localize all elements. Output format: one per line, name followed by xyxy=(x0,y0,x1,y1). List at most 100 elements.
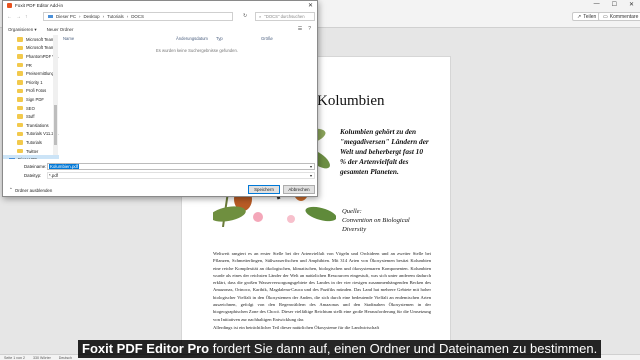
filetype-select[interactable]: *.pdf xyxy=(47,171,315,179)
folder-icon xyxy=(17,105,23,111)
nav-item-label: PR xyxy=(26,62,32,68)
comments-button[interactable]: ▭ Kommentare xyxy=(598,12,640,21)
folder-icon xyxy=(17,45,23,51)
nav-item[interactable]: Priority 1 xyxy=(3,78,59,87)
foxit-icon xyxy=(7,3,12,8)
video-subtitle: Foxit PDF Editor Pro fordert Sie dann au… xyxy=(78,340,602,358)
up-icon[interactable]: ↑ xyxy=(25,14,28,20)
close-icon[interactable]: ✕ xyxy=(629,1,634,8)
file-list[interactable]: Name Änderungsdatum Typ Größe Es wurden … xyxy=(61,35,317,159)
comments-label: Kommentare xyxy=(609,13,639,20)
nav-item[interactable]: Translations xyxy=(3,121,59,130)
nav-item[interactable]: PhantomPDF Vi... xyxy=(3,52,59,61)
col-date[interactable]: Änderungsdatum xyxy=(176,36,208,41)
cancel-button[interactable]: Abbrechen xyxy=(283,185,315,194)
save-dialog: Foxit PDF Editor Add-in ✕ ← → ↑ Dieser P… xyxy=(2,0,318,197)
nav-item-label: Microsoft Teams xyxy=(26,45,57,51)
filetype-label: Dateityp: xyxy=(24,172,42,178)
source-label: Quelle: xyxy=(342,208,362,215)
folder-icon xyxy=(17,80,23,85)
forward-icon[interactable]: → xyxy=(16,14,21,20)
nav-item[interactable]: Dieser PC xyxy=(3,155,59,159)
nav-item[interactable]: Twitter xyxy=(3,147,59,156)
nav-item[interactable]: SEO xyxy=(3,104,59,113)
subtitle-text: fordert Sie dann auf, einen Ordner und D… xyxy=(209,341,598,356)
hide-folders-toggle[interactable]: ⌃ Ordner ausblenden xyxy=(9,187,52,193)
share-icon: ↗ xyxy=(577,13,582,20)
new-folder-button[interactable]: Neuer Ordner xyxy=(47,27,74,32)
nav-item-label: Twitter xyxy=(26,148,39,154)
nav-scroll-thumb[interactable] xyxy=(54,105,57,145)
search-input[interactable]: ⌕ "DOCS" durchsuchen xyxy=(255,12,315,21)
filetype-value: *.pdf xyxy=(49,172,59,178)
dialog-close-icon[interactable]: ✕ xyxy=(308,2,313,9)
dialog-toolbar: Organisieren ▾ Neuer Ordner ☰ ? xyxy=(3,25,317,34)
address-bar[interactable]: Dieser PC › Desktop › Tutorials › DOCS xyxy=(43,12,233,21)
breadcrumb-1[interactable]: Desktop xyxy=(83,14,99,19)
filename-row: Dateiname: Kolumbien.pdf ▾ xyxy=(3,162,319,170)
filename-label: Dateiname: xyxy=(24,163,47,169)
share-label: Teilen xyxy=(583,13,597,20)
nav-item-label: Translations xyxy=(26,122,49,128)
filename-input[interactable]: Kolumbien.pdf xyxy=(47,162,315,170)
filename-value: Kolumbien.pdf xyxy=(49,163,80,169)
source-name: Convention on Biological Diversity xyxy=(342,217,410,233)
folder-icon xyxy=(17,97,23,102)
search-icon: ⌕ xyxy=(259,14,262,19)
page-info: Seite 1 von 2 xyxy=(4,355,25,360)
nav-item[interactable]: Microsoft Teams xyxy=(3,44,59,53)
column-headers: Name Änderungsdatum Typ Größe xyxy=(61,35,317,43)
nav-item[interactable]: Tutorials V11.20... xyxy=(3,130,59,139)
nav-item[interactable]: Sign PDF xyxy=(3,95,59,104)
navigation-pane: Microsoft Teams Microsoft Teams PhantomPDF… xyxy=(3,35,59,159)
computer-icon xyxy=(9,157,15,159)
empty-message: Es wurden keine Suchergebnisse gefunden. xyxy=(156,48,238,53)
folder-icon xyxy=(17,131,23,137)
folder-icon xyxy=(17,62,23,68)
folder-icon xyxy=(17,122,23,128)
col-name[interactable]: Name xyxy=(63,36,74,41)
nav-item[interactable]: Stuff xyxy=(3,112,59,121)
back-icon[interactable]: ← xyxy=(7,14,12,20)
folder-icon xyxy=(17,37,23,42)
share-button[interactable]: ↗ Teilen xyxy=(572,12,602,21)
breadcrumb-2[interactable]: Tutorials xyxy=(107,14,124,19)
nav-scrollbar[interactable] xyxy=(53,35,58,155)
minimize-icon[interactable]: — xyxy=(594,1,600,8)
nav-item-label: SEO xyxy=(26,105,35,111)
chevron-up-icon: ⌃ xyxy=(9,187,13,192)
maximize-icon[interactable]: ☐ xyxy=(612,1,617,8)
breadcrumb-0[interactable]: Dieser PC xyxy=(56,14,76,19)
folder-icon xyxy=(17,114,23,119)
body-text-tail: Allerdings ist ein beträchtlicher Teil d… xyxy=(213,324,380,330)
subtitle-brand: Foxit PDF Editor Pro xyxy=(82,341,210,356)
comment-icon: ▭ xyxy=(603,13,608,20)
nav-item[interactable]: Profi Fotos xyxy=(3,87,59,96)
folder-icon xyxy=(17,140,23,145)
nav-item-label: Dieser PC xyxy=(18,157,37,159)
col-type[interactable]: Typ xyxy=(216,36,223,41)
nav-item[interactable]: Microsoft Teams xyxy=(3,35,59,44)
filetype-row: Dateityp: *.pdf ▾ xyxy=(3,171,319,179)
body-paragraph: Weltweit rangiert es an erster Stelle be… xyxy=(213,250,431,331)
nav-item[interactable]: Preisermittlung xyxy=(3,69,59,78)
filename-dropdown-icon[interactable]: ▾ xyxy=(310,164,312,169)
folder-icon xyxy=(17,54,23,59)
nav-item[interactable]: Tutorials xyxy=(3,138,59,147)
dialog-titlebar: Foxit PDF Editor Add-in ✕ xyxy=(3,1,317,10)
breadcrumb-3[interactable]: DOCS xyxy=(131,14,144,19)
word-count: 330 Wörter xyxy=(32,355,51,360)
folder-icon xyxy=(17,148,23,154)
nav-item-label: Profi Fotos xyxy=(26,88,47,94)
nav-item[interactable]: PR xyxy=(3,61,59,70)
quote-source: Quelle: Convention on Biological Diversi… xyxy=(342,207,432,234)
view-icon[interactable]: ☰ xyxy=(298,26,302,32)
language: Deutsch xyxy=(58,355,72,360)
save-button[interactable]: Speichern xyxy=(248,185,280,194)
filetype-dropdown-icon[interactable]: ▾ xyxy=(310,173,312,178)
help-icon[interactable]: ? xyxy=(308,26,311,32)
col-size[interactable]: Größe xyxy=(261,36,273,41)
pc-icon xyxy=(48,14,53,19)
organize-button[interactable]: Organisieren ▾ xyxy=(8,27,37,33)
refresh-icon[interactable]: ↻ xyxy=(243,13,247,19)
